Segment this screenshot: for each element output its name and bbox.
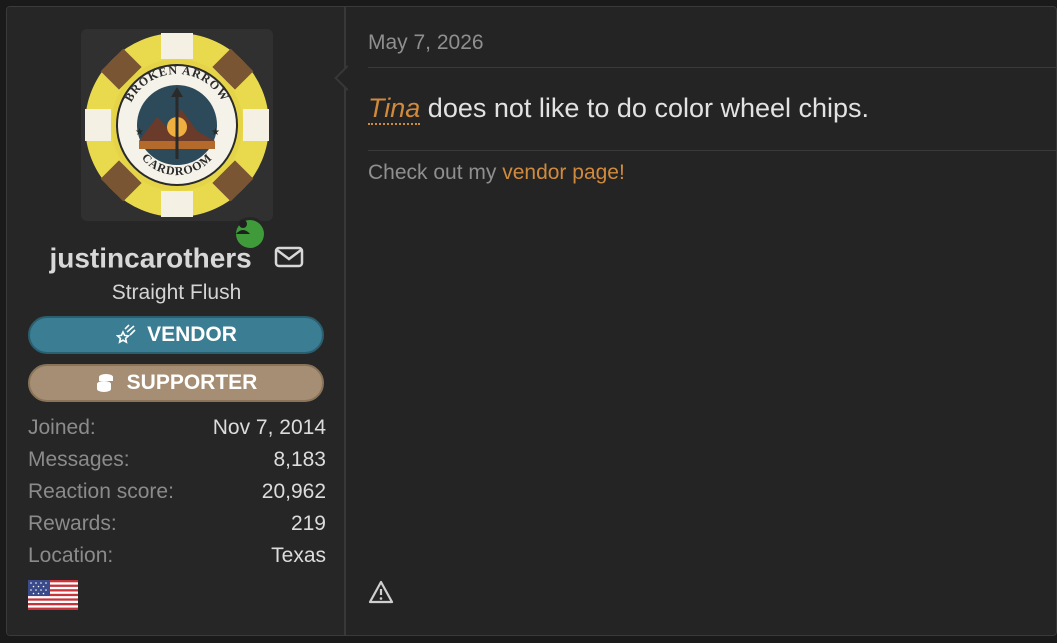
stat-joined: Joined: Nov 7, 2014 (28, 412, 326, 444)
stat-key: Rewards: (28, 512, 117, 535)
stat-value[interactable]: 219 (291, 508, 326, 540)
stat-rewards: Rewards: 219 (28, 508, 326, 540)
user-stats: Joined: Nov 7, 2014 Messages: 8,183 Reac… (28, 412, 326, 572)
user-online-icon (236, 220, 250, 234)
stat-key: Location: (28, 544, 114, 567)
svg-text:★: ★ (135, 127, 144, 138)
signature-divider (368, 150, 1056, 151)
stat-value: 20,962 (261, 480, 326, 503)
avatar[interactable]: BROKEN ARROW CARDROOM ★ ★ (81, 29, 273, 251)
message-body-text: does not like to do color wheel chips. (420, 93, 870, 123)
stat-key: Joined: (28, 416, 96, 439)
signature-text: Check out my (368, 161, 503, 184)
poker-chip-avatar-image: BROKEN ARROW CARDROOM ★ ★ (85, 33, 269, 217)
envelope-icon[interactable] (274, 243, 304, 275)
stat-key: Reaction score: (28, 480, 174, 503)
stat-location: Location: Texas (28, 540, 326, 572)
post-date[interactable]: May 7, 2026 (368, 31, 484, 55)
us-flag-icon (28, 580, 78, 615)
user-mention-link[interactable]: Tina (368, 93, 421, 125)
vendor-banner-label: VENDOR (147, 323, 237, 346)
supporter-banner-label: SUPPORTER (126, 371, 258, 394)
stat-reaction-score: Reaction score: 20,962 (28, 476, 326, 508)
vendor-page-link[interactable]: vendor page! (502, 161, 625, 184)
supporter-banner: SUPPORTER (28, 364, 324, 402)
svg-text:★: ★ (211, 127, 220, 138)
shooting-star-icon (115, 324, 136, 344)
stat-messages: Messages: 8,183 (28, 444, 326, 476)
warning-icon[interactable] (368, 580, 394, 609)
coins-icon (96, 374, 113, 392)
divider (368, 67, 1056, 68)
signature: Check out my vendor page! (368, 161, 625, 185)
username-link[interactable]: justincarothers (49, 243, 251, 274)
message-body: Tina does not like to do color wheel chi… (368, 93, 870, 125)
message-post: BROKEN ARROW CARDROOM ★ ★ justincarother… (6, 6, 1057, 636)
stat-value[interactable]: Texas (271, 540, 326, 572)
user-sidebar: BROKEN ARROW CARDROOM ★ ★ justincarother… (7, 7, 346, 635)
vendor-banner: VENDOR (28, 316, 324, 354)
stat-value: Nov 7, 2014 (212, 416, 326, 439)
username-row: justincarothers (7, 241, 346, 275)
user-title: Straight Flush (111, 281, 242, 304)
stat-value[interactable]: 8,183 (273, 444, 326, 476)
message-content: May 7, 2026 Tina does not like to do col… (346, 7, 1056, 635)
stat-key: Messages: (28, 448, 130, 471)
